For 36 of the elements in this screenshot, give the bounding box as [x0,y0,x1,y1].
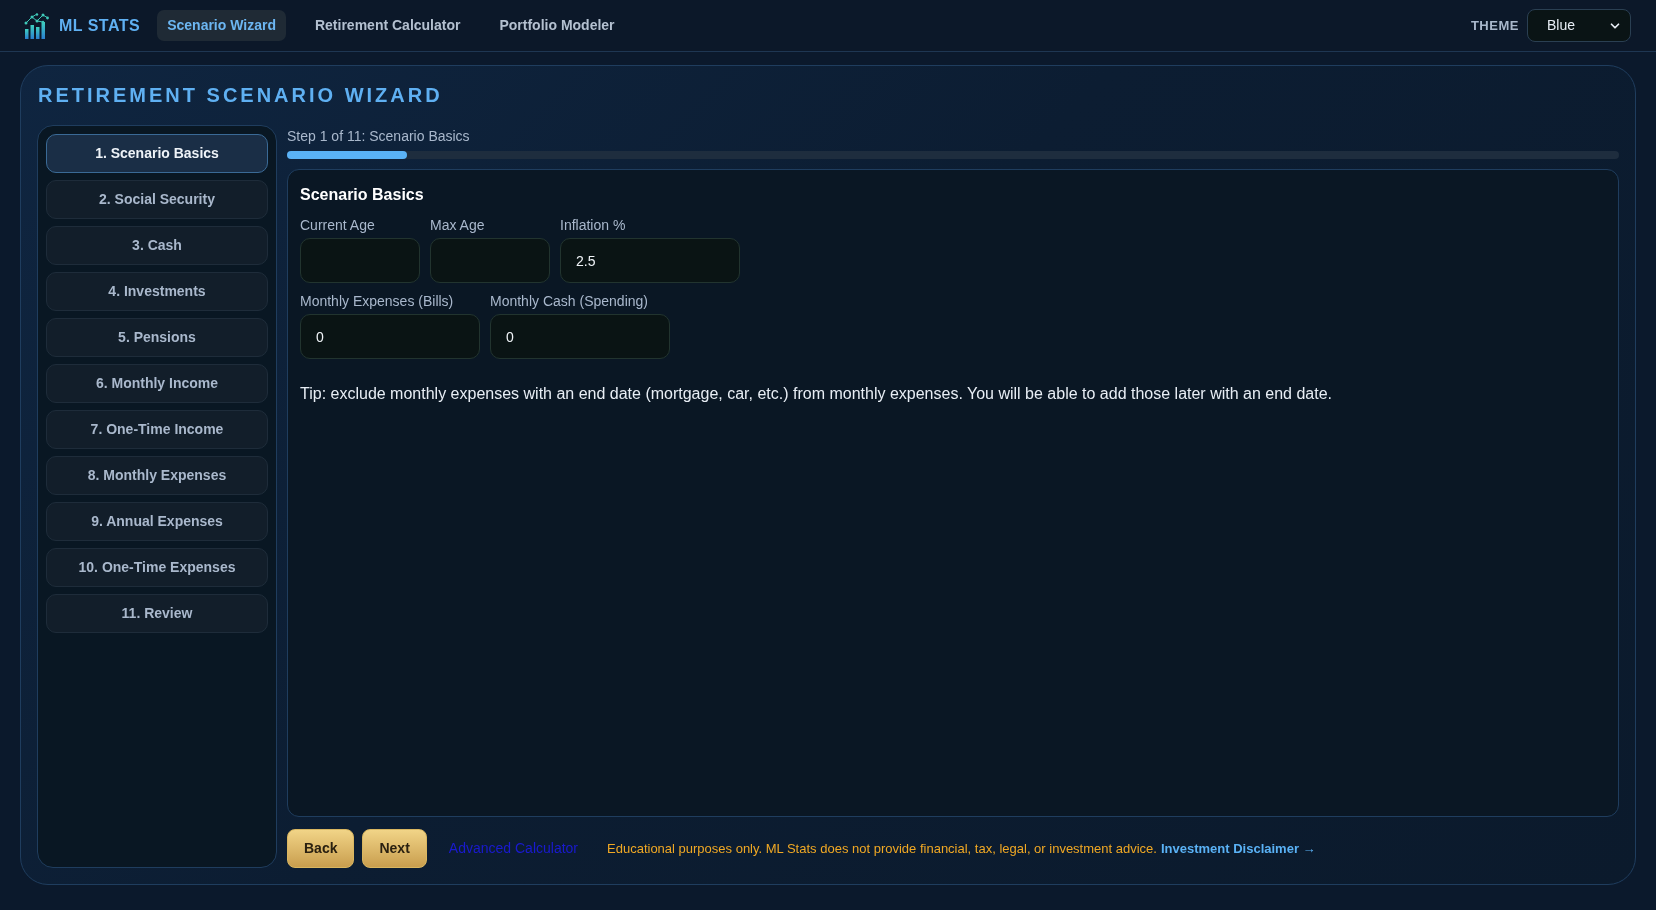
step-item[interactable]: 9. Annual Expenses [46,502,268,541]
step-item[interactable]: 2. Social Security [46,180,268,219]
brand-name: ML STATS [59,15,141,36]
section-title: Scenario Basics [300,185,424,205]
nav-button[interactable]: Next [362,829,427,868]
theme-label: THEME [1470,16,1519,35]
field-label: Inflation % [560,216,626,234]
step-item[interactable]: 6. Monthly Income [46,364,268,403]
tip-text: Tip: exclude monthly expenses with an end date (mortgage, car, etc.) from monthly expenses. You will be able to add those later with an end date. [300,384,1333,404]
step-item[interactable]: 5. Pensions [46,318,268,357]
field-label: Monthly Expenses (Bills) [300,292,454,310]
nav-tab[interactable]: Portfolio Modeler [489,10,625,41]
step-item[interactable]: 3. Cash [46,226,268,265]
input-field[interactable]: 0 [490,314,670,359]
step-item[interactable]: 4. Investments [46,272,268,311]
field-label: Monthly Cash (Spending) [490,292,648,310]
step-item[interactable]: 8. Monthly Expenses [46,456,268,495]
theme-select[interactable]: Blue [1527,9,1631,42]
field-label: Max Age [430,216,485,234]
step-item[interactable]: 7. One-Time Income [46,410,268,449]
wizard-title: RETIREMENT SCENARIO WIZARD [38,83,443,108]
step-item[interactable]: 1. Scenario Basics [46,134,268,173]
step-item[interactable]: 11. Review [46,594,268,633]
nav-tab[interactable]: Scenario Wizard [157,10,286,41]
chart-logo-icon [24,12,49,39]
investment-disclaimer-link[interactable]: Investment Disclaimer → [1160,838,1316,859]
disclaimer-notice: Educational purposes only. ML Stats does not provide financial, tax, legal, or investment advice. [607,839,1157,858]
input-field[interactable] [300,238,420,283]
field-label: Current Age [300,216,375,234]
input-field[interactable]: 2.5 [560,238,740,283]
input-field[interactable] [430,238,550,283]
input-field[interactable]: 0 [300,314,480,359]
nav-button[interactable]: Back [287,829,355,868]
step-indicator: Step 1 of 11: Scenario Basics [287,127,470,145]
nav-tab[interactable]: Retirement Calculator [304,10,471,41]
step-item[interactable]: 10. One-Time Expenses [46,548,268,587]
